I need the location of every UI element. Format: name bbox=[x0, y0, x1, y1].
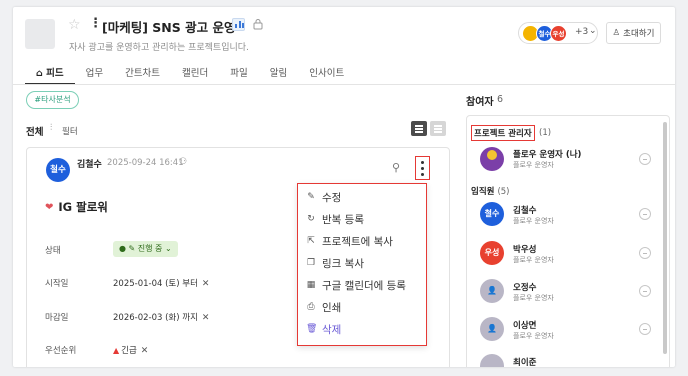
tab-gantt[interactable]: 간트차트 bbox=[114, 59, 171, 85]
priority-label: 우선순위 bbox=[45, 346, 77, 356]
user-icon: 👤 bbox=[487, 324, 497, 333]
menu-item-delete[interactable]: 🗑 삭제 bbox=[306, 319, 341, 339]
task-title-row: ❤ IG 팔로워 bbox=[45, 199, 108, 215]
menu-item-edit[interactable]: ✎ 수정 bbox=[306, 187, 341, 207]
avatar: 우성 bbox=[550, 25, 567, 42]
participant-name: 이상면 bbox=[513, 321, 537, 331]
invite-label: 초대하기 bbox=[623, 29, 655, 39]
participant-role: 플로우 운영자 bbox=[513, 294, 554, 302]
avatar[interactable]: 👤 bbox=[480, 317, 504, 341]
status-label: 상태 bbox=[45, 246, 61, 256]
post-context-menu: ✎ 수정 ↻ 반복 등록 ⇱ 프로젝트에 복사 ❐ 링크 복사 ▦ 구글 캘린더에 등록 … bbox=[297, 183, 427, 346]
participant-name: 박우성 bbox=[513, 245, 537, 255]
pencil-icon: ✎ bbox=[307, 192, 315, 202]
chat-icon[interactable] bbox=[639, 208, 651, 220]
menu-item-copy-to-project[interactable]: ⇱ 프로젝트에 복사 bbox=[306, 231, 393, 251]
user-icon: 👤 bbox=[487, 286, 497, 295]
project-subtitle: 자사 광고를 운영하고 관리하는 프로젝트입니다. bbox=[69, 43, 249, 53]
participants-title: 참여자 bbox=[466, 97, 494, 108]
tabs-divider bbox=[13, 84, 675, 85]
avatar[interactable]: 철수 bbox=[46, 158, 70, 182]
post-more-button[interactable] bbox=[415, 156, 430, 180]
project-logo bbox=[25, 19, 55, 49]
close-icon[interactable]: ✕ bbox=[202, 279, 210, 289]
close-icon[interactable]: ✕ bbox=[141, 346, 149, 356]
home-icon: ⌂ bbox=[36, 68, 47, 79]
due-date-label: 마감일 bbox=[45, 313, 69, 323]
members-pill[interactable]: 철수 우성 +3 ⌄ bbox=[518, 22, 598, 44]
admins-count: (1) bbox=[539, 128, 552, 138]
add-user-icon: ♙ bbox=[612, 28, 621, 38]
chat-icon[interactable] bbox=[639, 247, 651, 259]
participant-role: 플로우 운영자 bbox=[513, 161, 554, 169]
project-more-icon[interactable]: ⋮ bbox=[89, 16, 102, 31]
tab-files[interactable]: 파일 bbox=[219, 59, 258, 85]
participants-scrollbar[interactable] bbox=[663, 122, 667, 354]
tab-alerts[interactable]: 알림 bbox=[259, 59, 298, 85]
status-badge[interactable]: ● ✎ 진행 중 ⌄ bbox=[113, 241, 178, 257]
filter-button[interactable]: 필터 bbox=[62, 125, 78, 137]
list-view-button[interactable] bbox=[411, 121, 427, 136]
tab-calendar[interactable]: 캘린더 bbox=[171, 59, 219, 85]
app-window: ☆ ⋮ [마케팅] SNS 광고 운영 자사 광고를 운영하고 관리하는 프로젝… bbox=[13, 7, 675, 367]
task-title: IG 팔로워 bbox=[58, 200, 108, 214]
due-date-field[interactable]: 2026-02-03 (화) 까지 ✕ bbox=[113, 311, 209, 323]
participant-name: 김철수 bbox=[513, 206, 537, 216]
avatar[interactable]: 우성 bbox=[480, 241, 504, 265]
link-copy-icon: ❐ bbox=[306, 258, 316, 268]
invite-button[interactable]: ♙ 초대하기 bbox=[606, 22, 661, 44]
copy-to-project-icon: ⇱ bbox=[307, 236, 315, 246]
menu-item-copy-link[interactable]: ❐ 링크 복사 bbox=[306, 253, 364, 273]
members-section-header: 임직원 (5) bbox=[471, 187, 510, 197]
chevron-down-icon: ⌄ bbox=[589, 26, 597, 36]
trash-icon: 🗑 bbox=[306, 324, 318, 334]
priority-field[interactable]: ▲ 긴급 ✕ bbox=[113, 344, 148, 356]
close-icon[interactable]: ✕ bbox=[202, 313, 210, 323]
post-date: 2025-09-24 16:41 bbox=[107, 158, 184, 168]
avatar[interactable]: 철수 bbox=[480, 202, 504, 226]
start-date-field[interactable]: 2025-01-04 (토) 부터 ✕ bbox=[113, 277, 209, 289]
chat-icon[interactable] bbox=[639, 285, 651, 297]
visibility-icon: ⚇ bbox=[179, 157, 188, 167]
member-extra-count: +3 bbox=[575, 27, 589, 37]
chat-icon[interactable] bbox=[639, 153, 651, 165]
chart-icon bbox=[232, 18, 245, 31]
tab-feed[interactable]: ⌂ 피드 bbox=[25, 59, 75, 85]
avatar[interactable] bbox=[480, 354, 504, 367]
tab-bar: ⌂ 피드 업무 간트차트 캘린더 파일 알림 인사이트 bbox=[25, 59, 355, 85]
participant-role: 플로우 운영자 bbox=[513, 332, 554, 340]
participant-role: 플로우 운영자 bbox=[513, 256, 554, 264]
tab-tasks[interactable]: 업무 bbox=[75, 59, 114, 85]
menu-item-print[interactable]: ⎙ 인쇄 bbox=[306, 297, 341, 317]
heart-icon: ❤ bbox=[45, 201, 54, 213]
start-date-label: 시작일 bbox=[45, 279, 69, 289]
calendar-icon: ▦ bbox=[306, 280, 316, 290]
avatar[interactable] bbox=[480, 147, 504, 171]
chat-icon[interactable] bbox=[639, 323, 651, 335]
post-author: 김철수 bbox=[77, 160, 102, 170]
star-icon[interactable]: ☆ bbox=[68, 17, 81, 33]
participant-role: 플로우 운영자 bbox=[513, 217, 554, 225]
filter-scope[interactable]: 전체 bbox=[26, 124, 43, 138]
participant-name: 플로우 운영자 (나) bbox=[513, 150, 582, 160]
participants-count: 6 bbox=[497, 94, 504, 105]
tab-insights[interactable]: 인사이트 bbox=[298, 59, 355, 85]
grid-view-button[interactable] bbox=[430, 121, 446, 136]
repeat-icon: ↻ bbox=[307, 214, 315, 224]
menu-item-google-calendar[interactable]: ▦ 구글 캘린더에 등록 bbox=[306, 275, 406, 295]
admins-section-header: 프로젝트 관리자 bbox=[471, 125, 535, 141]
page-title: [마케팅] SNS 광고 운영 bbox=[102, 20, 236, 35]
print-icon: ⎙ bbox=[307, 302, 315, 312]
lock-icon bbox=[253, 19, 263, 30]
menu-item-repeat[interactable]: ↻ 반복 등록 bbox=[306, 209, 364, 229]
status-dot-icon: ● ✎ bbox=[119, 244, 138, 253]
hashtag-chip[interactable]: #타사분석 bbox=[26, 91, 79, 109]
avatar[interactable]: 👤 bbox=[480, 279, 504, 303]
participant-name: 오정수 bbox=[513, 283, 537, 293]
participants-panel: 프로젝트 관리자 (1) 플로우 운영자 (나) 플로우 운영자 임직원 (5)… bbox=[466, 115, 670, 367]
siren-icon: ▲ bbox=[113, 346, 120, 355]
filter-icon[interactable]: ⫶ bbox=[50, 123, 52, 133]
participant-name: 최이준 bbox=[513, 358, 537, 367]
pin-icon[interactable]: ⚲ bbox=[392, 161, 400, 174]
